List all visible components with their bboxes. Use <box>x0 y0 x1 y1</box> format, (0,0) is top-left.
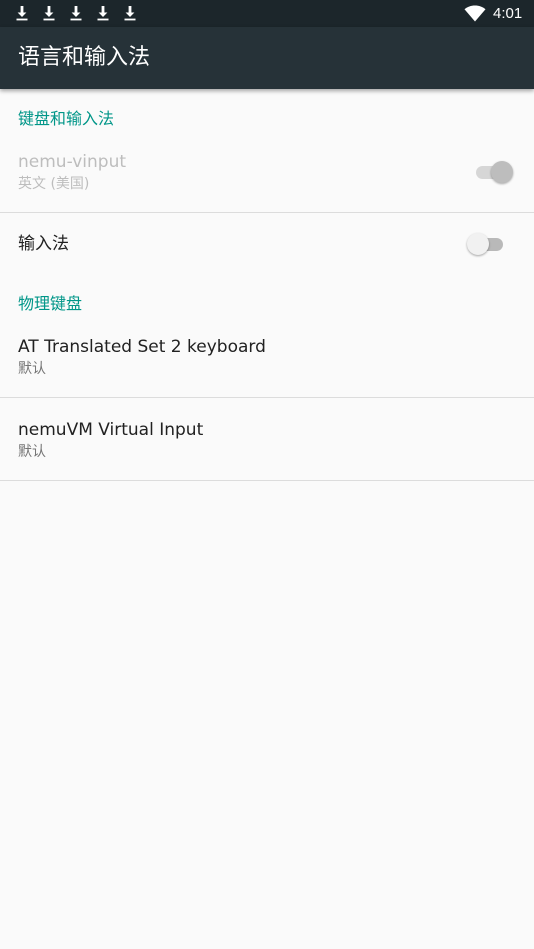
input-method-toggle[interactable] <box>467 232 507 256</box>
pref-item-nemuvm-input[interactable]: nemuVM Virtual Input 默认 <box>0 398 534 480</box>
pref-item-nemu-vinput[interactable]: nemu-vinput 英文 (美国) <box>0 140 534 212</box>
download-icon <box>43 6 55 21</box>
switch-thumb <box>467 233 489 255</box>
section-header-physical-keyboard: 物理键盘 <box>18 294 83 313</box>
pref-summary: 英文 (美国) <box>18 176 90 192</box>
section-header-keyboard-input: 键盘和输入法 <box>18 109 115 128</box>
nemu-vinput-toggle[interactable] <box>474 160 514 184</box>
pref-title: nemu-vinput <box>18 152 127 172</box>
status-bar: 4:01 <box>0 0 534 27</box>
status-clock: 4:01 <box>493 5 523 22</box>
download-icon <box>16 6 28 21</box>
pref-summary: 默认 <box>18 444 46 460</box>
pref-item-input-method[interactable]: 输入法 <box>0 213 534 275</box>
download-icon <box>97 6 109 21</box>
download-icon <box>70 6 82 21</box>
pref-item-at-keyboard[interactable]: AT Translated Set 2 keyboard 默认 <box>0 325 534 397</box>
switch-thumb <box>491 161 513 183</box>
app-toolbar: 语言和输入法 <box>0 27 534 89</box>
notification-icons <box>13 4 139 22</box>
pref-title: 输入法 <box>18 234 69 254</box>
wifi-icon <box>464 5 486 22</box>
pref-title: AT Translated Set 2 keyboard <box>18 337 266 357</box>
download-icon <box>124 6 136 21</box>
page-title: 语言和输入法 <box>18 45 151 70</box>
pref-summary: 默认 <box>18 361 46 377</box>
divider <box>0 480 534 481</box>
pref-title: nemuVM Virtual Input <box>18 420 204 440</box>
